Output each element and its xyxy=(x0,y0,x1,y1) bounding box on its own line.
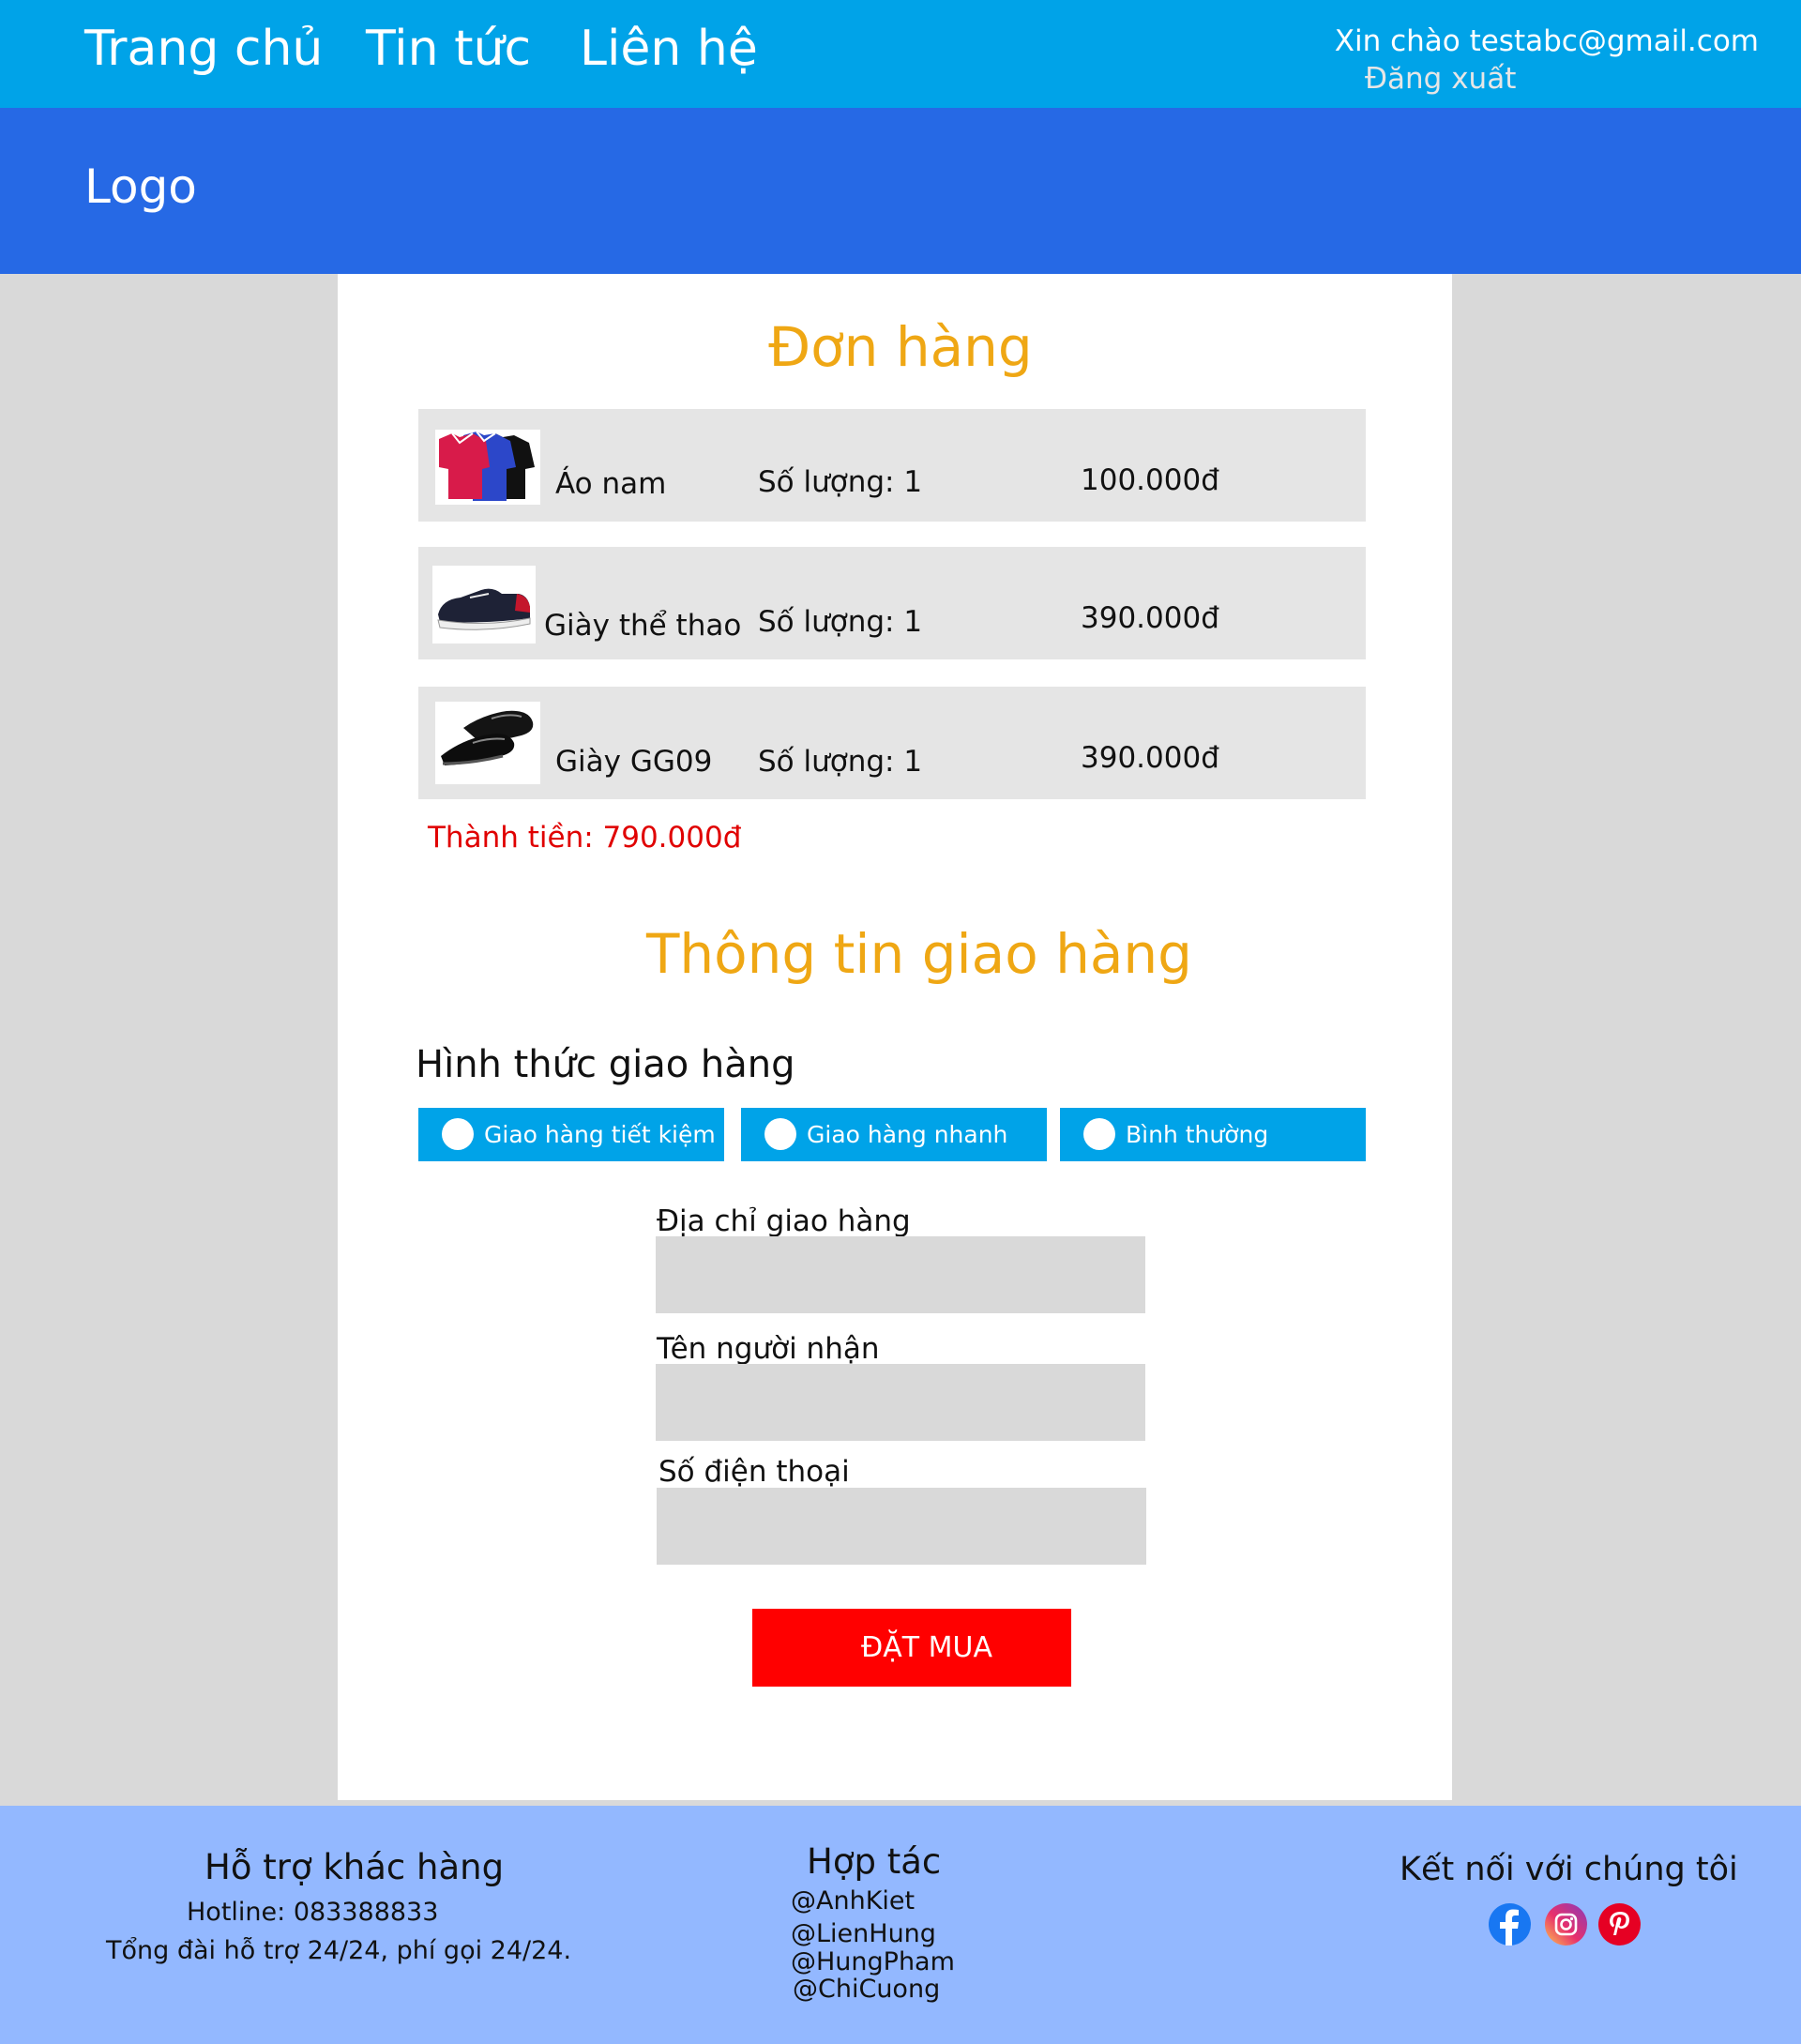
shipping-option-normal[interactable]: Bình thường xyxy=(1060,1108,1366,1161)
address-input[interactable] xyxy=(656,1236,1145,1313)
partner-name[interactable]: @ChiCuong xyxy=(793,1975,940,2004)
shipping-method-title: Hình thức giao hàng xyxy=(416,1043,795,1086)
place-order-button[interactable]: ĐẶT MUA xyxy=(752,1609,1071,1687)
shipping-option-label: Giao hàng tiết kiệm xyxy=(484,1121,716,1148)
site-header: Logo xyxy=(0,108,1801,274)
shipping-title: Thông tin giao hàng xyxy=(645,922,1192,986)
item-price: 390.000đ xyxy=(1081,601,1219,635)
radio-button[interactable] xyxy=(764,1118,796,1150)
item-quantity: Số lượng: 1 xyxy=(758,745,923,779)
facebook-icon[interactable] xyxy=(1489,1903,1531,1946)
pinterest-icon[interactable] xyxy=(1598,1903,1641,1946)
product-image-sneaker xyxy=(432,566,536,643)
partner-name[interactable]: @AnhKiet xyxy=(791,1886,915,1915)
order-item: Giày GG09 Số lượng: 1 390.000đ xyxy=(418,687,1366,799)
radio-button[interactable] xyxy=(1083,1118,1115,1150)
partner-name[interactable]: @LienHung xyxy=(791,1919,936,1948)
partner-name[interactable]: @HungPham xyxy=(791,1947,955,1976)
shipping-option-label: Giao hàng nhanh xyxy=(807,1121,1008,1148)
partners-title: Hợp tác xyxy=(807,1841,942,1882)
shipping-option-label: Bình thường xyxy=(1126,1121,1269,1148)
item-price: 390.000đ xyxy=(1081,741,1219,775)
item-name: Giày thể thao xyxy=(544,609,742,643)
nav-link-contact[interactable]: Liên hệ xyxy=(580,21,758,77)
recipient-name-label: Tên người nhận xyxy=(657,1332,880,1366)
instagram-icon[interactable] xyxy=(1545,1903,1587,1946)
order-item: Giày thể thao Số lượng: 1 390.000đ xyxy=(418,547,1366,659)
logout-link[interactable]: Đăng xuất xyxy=(1365,62,1516,96)
order-total: Thành tiền: 790.000đ xyxy=(428,821,742,855)
shipping-option-fast[interactable]: Giao hàng nhanh xyxy=(741,1108,1047,1161)
phone-input[interactable] xyxy=(657,1488,1146,1565)
item-quantity: Số lượng: 1 xyxy=(758,465,923,499)
order-title: Đơn hàng xyxy=(768,315,1033,379)
connect-title: Kết nối với chúng tôi xyxy=(1400,1851,1738,1888)
site-logo[interactable]: Logo xyxy=(84,159,197,214)
place-order-label: ĐẶT MUA xyxy=(861,1631,992,1664)
site-footer: Hỗ trợ khác hàng Hotline: 083388833 Tổng… xyxy=(0,1806,1801,2044)
support-title: Hỗ trợ khác hàng xyxy=(204,1847,505,1887)
product-image-shirts xyxy=(435,430,540,505)
recipient-name-input[interactable] xyxy=(656,1364,1145,1441)
item-price: 100.000đ xyxy=(1081,463,1219,497)
shipping-option-economy[interactable]: Giao hàng tiết kiệm xyxy=(418,1108,724,1161)
support-hotline: Hotline: 083388833 xyxy=(187,1898,439,1927)
address-label: Địa chỉ giao hàng xyxy=(657,1204,911,1238)
item-quantity: Số lượng: 1 xyxy=(758,605,923,639)
phone-label: Số điện thoại xyxy=(658,1455,850,1489)
order-item: Áo nam Số lượng: 1 100.000đ xyxy=(418,409,1366,522)
item-name: Áo nam xyxy=(555,467,667,501)
item-name: Giày GG09 xyxy=(555,745,713,779)
user-greeting: Xin chào testabc@gmail.com xyxy=(1334,24,1759,58)
nav-link-home[interactable]: Trang chủ xyxy=(84,21,323,77)
product-image-dress-shoes xyxy=(435,702,540,784)
top-navbar: Trang chủ Tin tức Liên hệ Xin chào testa… xyxy=(0,0,1801,108)
radio-button[interactable] xyxy=(442,1118,474,1150)
support-note: Tổng đài hỗ trợ 24/24, phí gọi 24/24. xyxy=(106,1936,572,1965)
nav-link-news[interactable]: Tin tức xyxy=(366,21,531,77)
